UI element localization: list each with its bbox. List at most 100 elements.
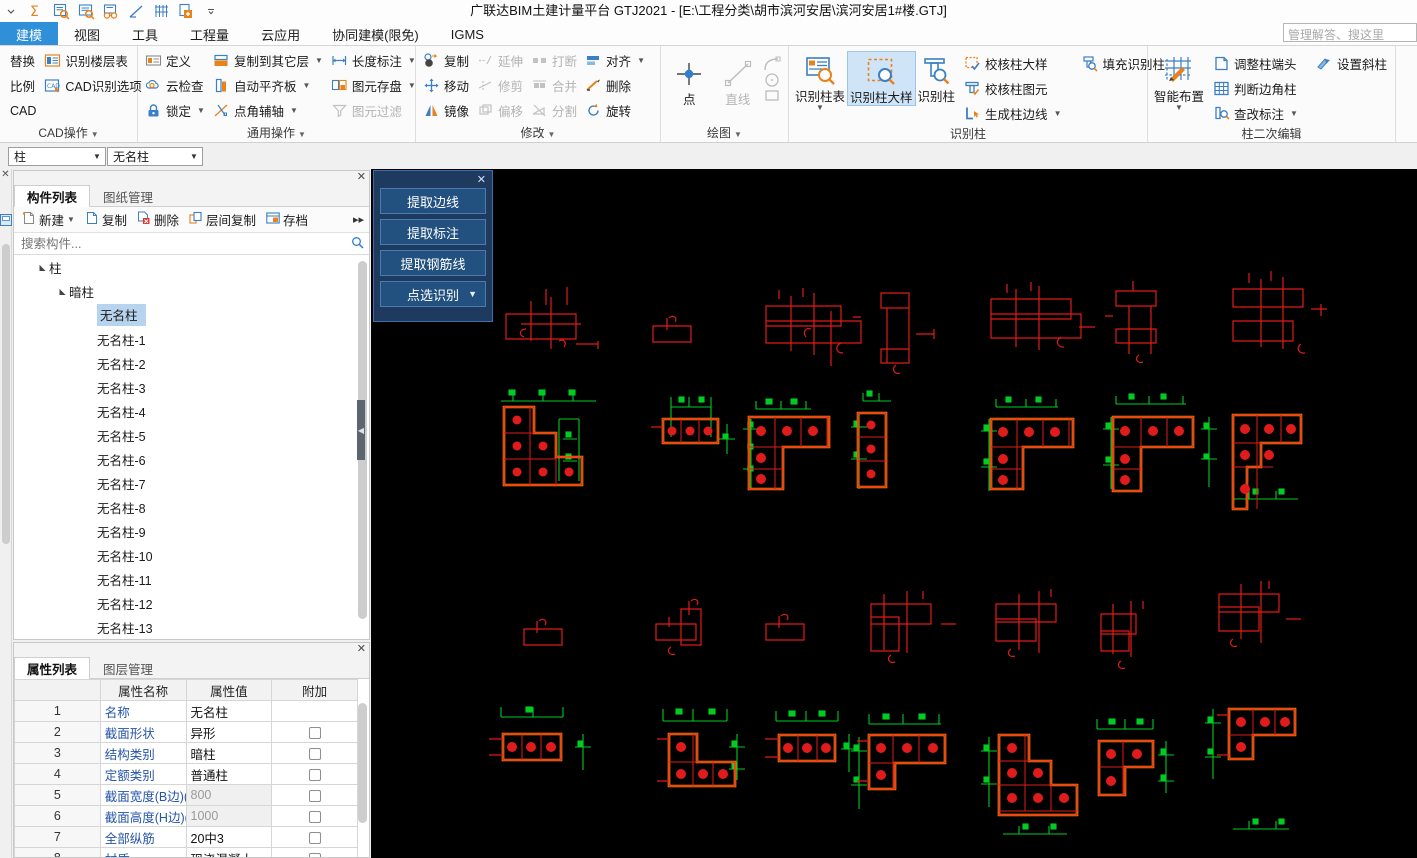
- ribbon-item-cad[interactable]: CAD: [0, 98, 41, 123]
- ribbon-item-align[interactable]: 对齐 ▼: [582, 48, 650, 73]
- ribbon-item-point-angle-aux-axis[interactable]: 点角辅轴 ▼: [210, 98, 328, 123]
- toolbar-overflow-button[interactable]: ▸▸: [353, 213, 364, 226]
- tree-item[interactable]: 无名柱-5: [14, 423, 369, 447]
- ribbon-item-delete[interactable]: 删除: [582, 73, 650, 98]
- attach-checkbox[interactable]: [308, 726, 321, 739]
- property-value[interactable]: 普通柱: [185, 763, 273, 785]
- ribbon-item-rotate[interactable]: 旋转: [582, 98, 650, 123]
- chevron-down-icon[interactable]: ▼: [1290, 109, 1298, 118]
- arc-icon-wrap[interactable]: [762, 56, 784, 72]
- chevron-down-icon[interactable]: ▼: [186, 152, 202, 161]
- property-value[interactable]: 暗柱: [185, 742, 273, 764]
- tree-item-selected[interactable]: 无名柱: [14, 303, 369, 327]
- component-toolbar-button-2[interactable]: 删除: [133, 209, 183, 230]
- ribbon-button-recognize-column-table[interactable]: 识别柱表 ▼: [793, 51, 847, 112]
- tree-item[interactable]: 无名柱-13: [14, 615, 369, 639]
- menu-tab-2[interactable]: 工具: [116, 22, 174, 46]
- close-icon[interactable]: ✕: [357, 642, 366, 655]
- ribbon-item-move[interactable]: 移动: [420, 73, 474, 98]
- chevron-down-icon[interactable]: ▼: [1054, 109, 1062, 118]
- chevron-down-icon[interactable]: ▼: [197, 106, 205, 115]
- close-icon[interactable]: ✕: [0, 169, 11, 181]
- expand-arrow-icon[interactable]: ◢: [36, 263, 49, 272]
- property-value[interactable]: 无名柱: [185, 700, 273, 722]
- ribbon-item-generate-column-edge[interactable]: 生成柱边线 ▼: [961, 101, 1066, 126]
- chevron-down-icon[interactable]: ▼: [816, 104, 824, 112]
- report-query-icon[interactable]: [52, 2, 70, 20]
- tree-item[interactable]: 无名柱-8: [14, 495, 369, 519]
- property-row[interactable]: 6截面高度(H边)(...1000: [14, 805, 358, 827]
- ribbon-item-scale[interactable]: 比例: [0, 73, 41, 98]
- component-toolbar-button-4[interactable]: 存档: [262, 209, 312, 230]
- tree-item[interactable]: ◢ 暗柱: [14, 279, 369, 303]
- close-icon[interactable]: ✕: [357, 170, 366, 183]
- ribbon-item-check-column-element[interactable]: 校核柱图元: [961, 76, 1066, 101]
- extract-edge-button[interactable]: 提取边线: [380, 188, 486, 214]
- chevron-down-icon[interactable]: ▼: [67, 215, 75, 224]
- property-row[interactable]: 8材质现浇混凝土: [14, 847, 358, 857]
- chevron-down-icon[interactable]: ▼: [1175, 104, 1183, 112]
- ribbon-button-point[interactable]: 点: [665, 54, 714, 107]
- attach-checkbox[interactable]: [308, 810, 321, 823]
- panel-collapse-handle[interactable]: ◀: [357, 400, 365, 460]
- menu-tab-3[interactable]: 工程量: [174, 22, 245, 46]
- ribbon-item-adjust-column-end[interactable]: 调整柱端头: [1210, 51, 1303, 76]
- menu-tab-4[interactable]: 云应用: [245, 22, 316, 46]
- property-row[interactable]: 5截面宽度(B边)(...800: [14, 784, 358, 806]
- property-row[interactable]: 4 定额类别 普通柱: [14, 763, 358, 785]
- pen-icon[interactable]: [127, 2, 145, 20]
- component-toolbar-button-1[interactable]: 复制: [81, 209, 131, 230]
- expand-arrow-icon[interactable]: ◢: [56, 287, 69, 296]
- chevron-down-icon[interactable]: ▼: [637, 56, 645, 65]
- cad-drawing-canvas[interactable]: [371, 169, 1417, 858]
- tree-item[interactable]: 无名柱-11: [14, 567, 369, 591]
- tree-item[interactable]: 无名柱-4: [14, 399, 369, 423]
- attach-checkbox[interactable]: [308, 747, 321, 760]
- dock-scrollbar[interactable]: [2, 244, 10, 544]
- ribbon-item-element-save[interactable]: 图元存盘 ▼: [328, 73, 421, 98]
- tree-item[interactable]: ◢ 柱: [14, 255, 369, 279]
- extract-rebar-line-button[interactable]: 提取钢筋线: [380, 250, 486, 276]
- menu-tab-0[interactable]: 建模: [0, 22, 59, 46]
- ribbon-item-length-dimension[interactable]: 长度标注 ▼: [328, 48, 421, 73]
- list-query-icon[interactable]: [77, 2, 95, 20]
- add-doc-icon[interactable]: [177, 2, 195, 20]
- component-panel-tab-1[interactable]: 图纸管理: [90, 185, 166, 206]
- tree-item[interactable]: 无名柱-10: [14, 543, 369, 567]
- chevron-down-icon[interactable]: ▼: [298, 130, 306, 139]
- extract-annotation-button[interactable]: 提取标注: [380, 219, 486, 245]
- close-icon[interactable]: ✕: [477, 175, 486, 186]
- circle-icon-wrap[interactable]: [762, 72, 784, 88]
- ribbon-button-smart-layout[interactable]: 智能布置 ▼: [1152, 51, 1206, 112]
- menu-tab-1[interactable]: 视图: [58, 22, 116, 46]
- sum-icon[interactable]: Σ: [27, 2, 45, 20]
- dropdown-icon[interactable]: [2, 2, 20, 20]
- chevron-down-icon[interactable]: ▼: [89, 152, 105, 161]
- property-row[interactable]: 7 全部纵筋 20中3: [14, 826, 358, 848]
- ribbon-item-mirror[interactable]: 镜像: [420, 98, 474, 123]
- property-table-scrollbar[interactable]: [358, 703, 367, 823]
- chevron-down-icon[interactable]: ▼: [408, 81, 416, 90]
- grid-icon[interactable]: [152, 2, 170, 20]
- tree-item[interactable]: 无名柱-7: [14, 471, 369, 495]
- property-panel-tab-0[interactable]: 属性列表: [14, 657, 91, 679]
- tree-item[interactable]: 无名柱-12: [14, 591, 369, 615]
- menu-tab-6[interactable]: IGMS: [435, 22, 500, 46]
- search-input[interactable]: [19, 235, 351, 252]
- tree-item[interactable]: 无名柱-3: [14, 375, 369, 399]
- ribbon-item-copy[interactable]: 复制: [420, 48, 474, 73]
- chevron-down-icon[interactable]: ▼: [91, 130, 99, 139]
- overflow-icon[interactable]: [202, 2, 220, 20]
- chevron-down-icon[interactable]: ▼: [548, 130, 556, 139]
- component-panel-tab-0[interactable]: 构件列表: [14, 185, 91, 207]
- ribbon-button-recognize-column-detail[interactable]: 识别柱大样: [847, 51, 916, 106]
- tree-item[interactable]: 无名柱-2: [14, 351, 369, 375]
- menu-tab-5[interactable]: 协同建模(限免): [316, 22, 435, 46]
- category-combobox[interactable]: 柱 ▼: [8, 147, 106, 166]
- ribbon-item-set-slant-column[interactable]: 设置斜柱: [1313, 51, 1392, 76]
- property-row[interactable]: 2 截面形状 异形: [14, 721, 358, 743]
- tree-item[interactable]: 无名柱-9: [14, 519, 369, 543]
- chevron-down-icon[interactable]: ▼: [408, 56, 416, 65]
- component-toolbar-button-0[interactable]: 新建 ▼: [18, 209, 79, 230]
- ribbon-button-recognize-column[interactable]: 识别柱: [916, 51, 958, 104]
